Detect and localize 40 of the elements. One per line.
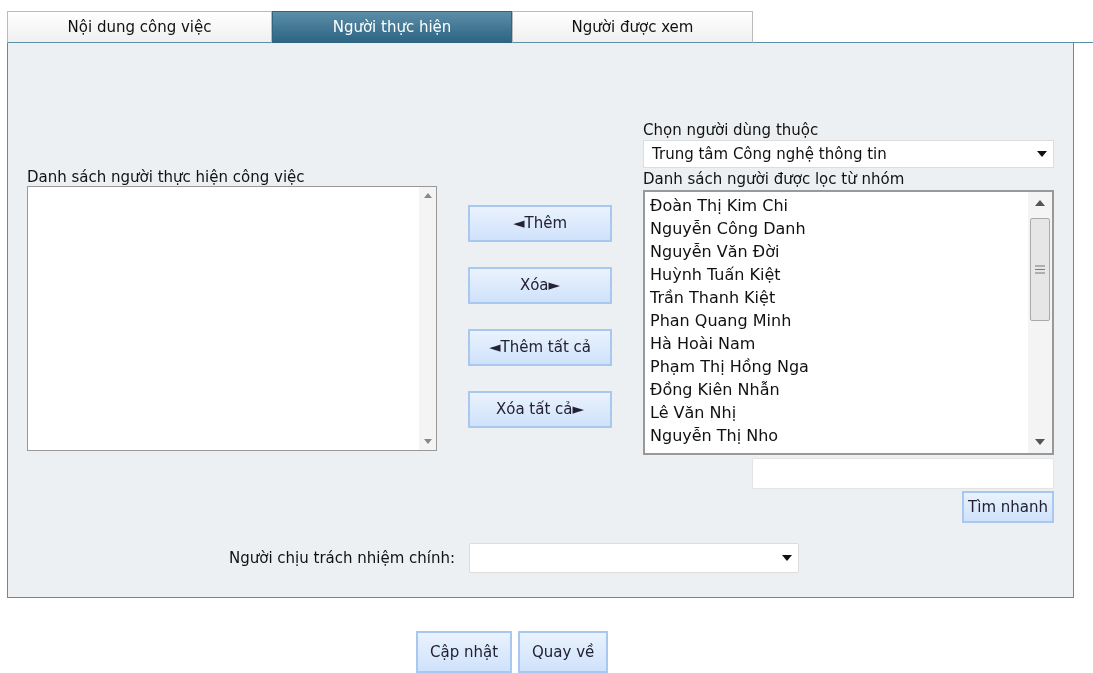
group-label: Chọn người dùng thuộc (643, 120, 820, 140)
list-item[interactable]: Đoàn Thị Kim Chi (650, 194, 1028, 217)
scroll-down-icon[interactable] (423, 439, 432, 444)
transfer-button[interactable]: Xóa► (468, 267, 612, 304)
tab[interactable]: Người được xem (512, 11, 753, 43)
list-item[interactable]: Nguyễn Thị Nho (650, 424, 1028, 447)
scroll-down-icon[interactable] (1035, 439, 1045, 445)
list-item[interactable]: Lê Văn Nhị (650, 401, 1028, 424)
list-label: Danh sách người thực hiện công việc (27, 168, 306, 186)
scrollbar[interactable] (419, 187, 436, 450)
scroll-thumb[interactable] (1030, 218, 1050, 321)
tab[interactable]: Nội dung công việc (7, 11, 272, 43)
list-item[interactable]: Phan Quang Minh (650, 309, 1028, 332)
dropdown-caret-icon (782, 555, 793, 561)
grip-icon (1035, 265, 1045, 274)
list-item[interactable]: Trần Thanh Kiệt (650, 286, 1028, 309)
transfer-button[interactable]: Xóa tất cả► (468, 391, 612, 428)
list-item[interactable]: Phạm Thị Hồng Nga (650, 355, 1028, 378)
filtered-listbox[interactable]: Đoàn Thị Kim Chi Nguyễn Công Danh Nguyễn Văn Đời Huỳnh Tuấn Kiệt Trần Thanh Kiệt Phan Quang Minh Hà Hoài Nam Phạm Thị Hồng Nga Đồng Kiên Nhẫn Lê Văn Nhị Nguyễn Thị Nho (643, 190, 1054, 455)
scroll-up-icon[interactable] (423, 193, 432, 198)
list-item[interactable]: Nguyễn Văn Đời (650, 240, 1028, 263)
list-item[interactable]: Huỳnh Tuấn Kiệt (650, 263, 1028, 286)
group-dropdown[interactable]: Trung tâm Công nghệ thông tin (643, 140, 1054, 168)
action-button[interactable]: Quay về (518, 631, 609, 673)
transfer-button[interactable]: ◄Thêm tất cả (468, 329, 612, 366)
dropdown-caret-icon (1037, 151, 1047, 157)
list-item[interactable]: Đồng Kiên Nhẫn (650, 378, 1028, 401)
scroll-up-icon[interactable] (1035, 200, 1045, 206)
responsible-dropdown[interactable] (469, 543, 800, 573)
tab[interactable]: Người thực hiện (272, 11, 512, 43)
dropdown-value: Trung tâm Công nghệ thông tin (652, 143, 887, 165)
list-item[interactable]: Hà Hoài Nam (650, 332, 1028, 355)
scrollbar[interactable] (1028, 192, 1052, 453)
list-label: Danh sách người được lọc từ nhóm (643, 169, 906, 190)
quick-search-button[interactable]: Tìm nhanh (962, 491, 1054, 523)
list-item[interactable]: Nguyễn Công Danh (650, 217, 1028, 240)
action-button[interactable]: Cập nhật (416, 631, 513, 673)
responsible-label: Người chịu trách nhiệm chính: (229, 547, 456, 569)
search-field[interactable] (752, 458, 1054, 489)
transfer-button[interactable]: ◄Thêm (468, 205, 612, 242)
